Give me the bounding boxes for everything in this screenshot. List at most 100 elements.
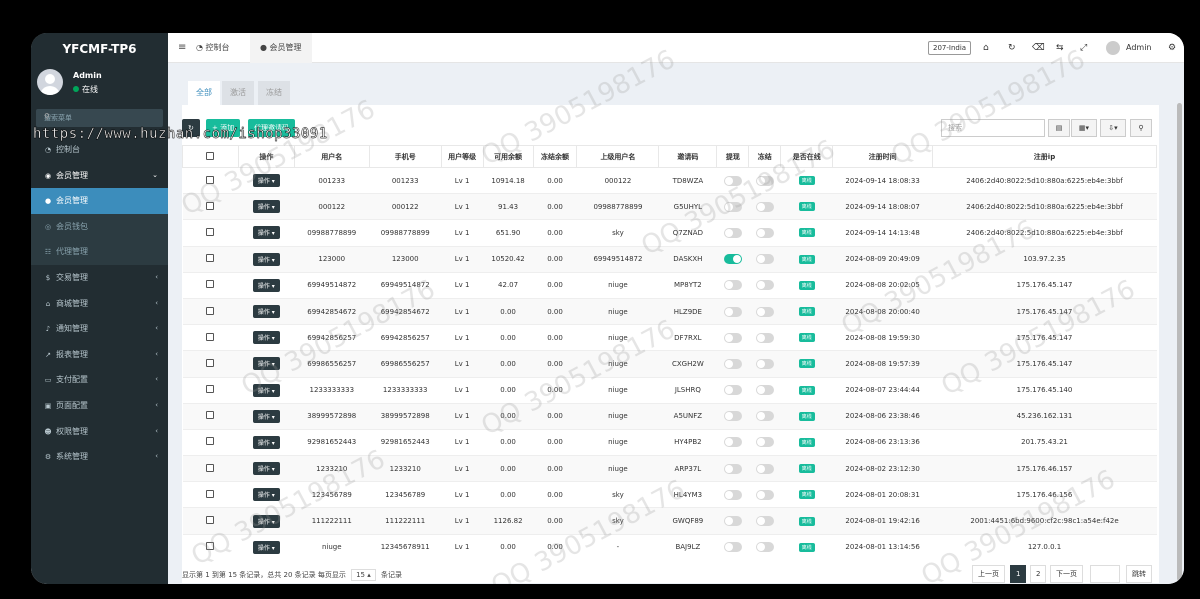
operate-dropdown-button[interactable]: 操作 ▾: [252, 409, 280, 423]
withdraw-toggle[interactable]: [723, 385, 742, 396]
home-icon[interactable]: ⌂: [983, 33, 989, 63]
row-checkbox[interactable]: [182, 376, 239, 404]
row-checkbox[interactable]: [182, 297, 239, 325]
col-header[interactable]: 用户名: [293, 145, 370, 168]
withdraw-toggle[interactable]: [723, 332, 742, 343]
freeze-toggle[interactable]: [755, 542, 774, 553]
jump-button[interactable]: 跳转: [1126, 565, 1152, 583]
settings-icon[interactable]: ⚙: [1168, 33, 1176, 63]
sidebar-item-payment[interactable]: ▭ 支付配置 ‹: [31, 367, 168, 393]
col-header[interactable]: 可用余额: [482, 145, 534, 168]
freeze-toggle[interactable]: [755, 280, 774, 291]
row-checkbox[interactable]: [182, 324, 239, 351]
columns-button[interactable]: ▦▾: [1071, 119, 1097, 137]
table-row[interactable]: 操作 ▾ 123000 123000 Lv 1 10520.42 0.00 69…: [182, 245, 1157, 273]
table-row[interactable]: 操作 ▾ 69986556257 69986556257 Lv 1 0.00 0…: [182, 350, 1157, 377]
table-row[interactable]: 操作 ▾ 123456789 123456789 Lv 1 0.00 0.00 …: [182, 481, 1157, 508]
language-icon[interactable]: ⇆: [1056, 33, 1064, 63]
region-select[interactable]: 207-India: [928, 41, 972, 55]
table-row[interactable]: 操作 ▾ 111222111 111222111 Lv 1 1126.82 0.…: [182, 507, 1157, 535]
freeze-toggle[interactable]: [755, 411, 774, 422]
operate-dropdown-button[interactable]: 操作 ▾: [252, 357, 280, 371]
freeze-toggle[interactable]: [755, 227, 774, 238]
withdraw-toggle[interactable]: [723, 175, 742, 186]
withdraw-toggle[interactable]: [723, 358, 742, 369]
sidebar-item-agent[interactable]: ☷ 代理管理: [31, 239, 168, 265]
row-checkbox[interactable]: [182, 193, 239, 220]
fullscreen-icon[interactable]: ⤢: [1080, 33, 1087, 63]
tab-member[interactable]: ● 会员管理: [250, 33, 312, 63]
withdraw-toggle[interactable]: [723, 227, 742, 238]
table-row[interactable]: 操作 ▾ 09988778899 09988778899 Lv 1 651.90…: [182, 219, 1157, 247]
row-checkbox[interactable]: [182, 402, 239, 430]
tab-frozen[interactable]: 冻结: [258, 81, 290, 105]
row-checkbox[interactable]: [182, 428, 239, 456]
scrollbar[interactable]: [1177, 103, 1182, 581]
freeze-toggle[interactable]: [755, 332, 774, 343]
operate-dropdown-button[interactable]: 操作 ▾: [252, 540, 280, 554]
sidebar-item-member-group[interactable]: ◉ 会员管理 ⌄: [31, 163, 168, 189]
trash-icon[interactable]: ⌫: [1032, 33, 1045, 63]
table-row[interactable]: 操作 ▾ 92981652443 92981652443 Lv 1 0.00 0…: [182, 428, 1157, 456]
freeze-toggle[interactable]: [755, 463, 774, 474]
withdraw-toggle[interactable]: [723, 411, 742, 422]
page-2-button[interactable]: 2: [1030, 565, 1047, 583]
prev-page-button[interactable]: 上一页: [972, 565, 1005, 583]
withdraw-toggle[interactable]: [723, 489, 742, 500]
operate-dropdown-button[interactable]: 操作 ▾: [252, 174, 280, 188]
operate-dropdown-button[interactable]: 操作 ▾: [252, 331, 280, 345]
search-icon[interactable]: ⚲: [44, 112, 157, 121]
jump-page-input[interactable]: [1090, 565, 1120, 583]
operate-dropdown-button[interactable]: 操作 ▾: [252, 383, 280, 397]
export-button[interactable]: ⇩▾: [1100, 119, 1126, 137]
search-button[interactable]: ⚲: [1130, 119, 1152, 137]
withdraw-toggle[interactable]: [723, 437, 742, 448]
freeze-toggle[interactable]: [755, 201, 774, 212]
withdraw-toggle[interactable]: [723, 280, 742, 291]
withdraw-toggle[interactable]: [723, 463, 742, 474]
menu-search-input[interactable]: 搜索菜单 ⚲: [36, 109, 163, 127]
withdraw-toggle[interactable]: [723, 254, 742, 265]
select-all-checkbox[interactable]: [182, 145, 239, 168]
operate-dropdown-button[interactable]: 操作 ▾: [252, 514, 280, 528]
freeze-toggle[interactable]: [755, 254, 774, 265]
page-size-select[interactable]: 15 ▴: [351, 569, 376, 581]
operate-dropdown-button[interactable]: 操作 ▾: [252, 305, 280, 319]
table-row[interactable]: 操作 ▾ 38999572898 38999572898 Lv 1 0.00 0…: [182, 402, 1157, 430]
row-checkbox[interactable]: [182, 455, 239, 482]
row-checkbox[interactable]: [182, 350, 239, 377]
brand-title[interactable]: YFCMF-TP6: [31, 33, 168, 65]
withdraw-toggle[interactable]: [723, 516, 742, 527]
operate-dropdown-button[interactable]: 操作 ▾: [252, 462, 280, 476]
freeze-toggle[interactable]: [755, 489, 774, 500]
admin-name[interactable]: Admin: [1126, 33, 1152, 63]
table-row[interactable]: 操作 ▾ 1233333333 1233333333 Lv 1 0.00 0.0…: [182, 376, 1157, 404]
freeze-toggle[interactable]: [755, 385, 774, 396]
tab-active[interactable]: 激活: [222, 81, 254, 105]
sidebar-item-member-wallet[interactable]: ◎ 会员钱包: [31, 213, 168, 240]
sidebar-item-report[interactable]: ↗ 报表管理 ‹: [31, 342, 168, 368]
operate-dropdown-button[interactable]: 操作 ▾: [252, 435, 280, 449]
sidebar-item-notice[interactable]: ♪ 通知管理 ‹: [31, 316, 168, 342]
sidebar-item-shop[interactable]: ⌂ 商城管理 ‹: [31, 291, 168, 317]
freeze-toggle[interactable]: [755, 516, 774, 527]
row-checkbox[interactable]: [182, 507, 239, 535]
withdraw-toggle[interactable]: [723, 542, 742, 553]
row-checkbox[interactable]: [182, 245, 239, 273]
menu-toggle-icon[interactable]: ≡: [178, 33, 186, 63]
toggle-view-button[interactable]: ▤: [1048, 119, 1070, 137]
operate-dropdown-button[interactable]: 操作 ▾: [252, 278, 280, 292]
row-checkbox[interactable]: [182, 219, 239, 247]
tab-all[interactable]: 全部: [188, 81, 220, 105]
table-row[interactable]: 操作 ▾ niuge 12345678911 Lv 1 0.00 0.00 - …: [182, 533, 1157, 561]
refresh-icon[interactable]: ↻: [1008, 33, 1016, 63]
freeze-toggle[interactable]: [755, 306, 774, 317]
operate-dropdown-button[interactable]: 操作 ▾: [252, 488, 280, 502]
table-row[interactable]: 操作 ▾ 69949514872 69949514872 Lv 1 42.07 …: [182, 271, 1157, 299]
withdraw-toggle[interactable]: [723, 201, 742, 212]
freeze-toggle[interactable]: [755, 175, 774, 186]
next-page-button[interactable]: 下一页: [1050, 565, 1083, 583]
row-checkbox[interactable]: [182, 533, 239, 561]
operate-dropdown-button[interactable]: 操作 ▾: [252, 252, 280, 266]
withdraw-toggle[interactable]: [723, 306, 742, 317]
